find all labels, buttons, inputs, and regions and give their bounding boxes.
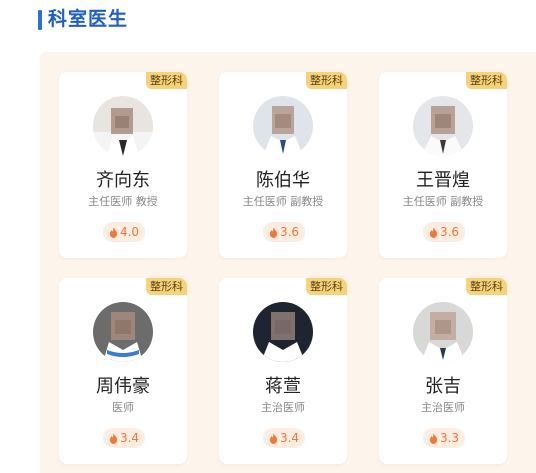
doctor-card[interactable]: 整形科 陈伯华 主任医师 副教授 3.6: [219, 72, 347, 258]
doctor-title: 主治医师: [421, 401, 465, 414]
rating-value: 3.6: [279, 225, 300, 239]
header-accent-bar: [38, 10, 42, 30]
department-tag: 整形科: [466, 72, 507, 89]
doctor-avatar: [253, 302, 313, 362]
rating-value: 3.6: [439, 225, 460, 239]
fire-icon: [109, 226, 118, 238]
doctor-name: 王晋煌: [416, 170, 470, 191]
doctor-avatar: [93, 302, 153, 362]
doctor-list-panel: 整形科 齐向东 主任医师 教授 4.0 整形科 陈伯华 主任医师 副教授 3.6…: [40, 52, 536, 473]
fire-icon: [429, 432, 438, 444]
rating-value: 3.4: [119, 431, 140, 445]
fire-icon: [109, 432, 118, 444]
doctor-title: 主任医师 教授: [88, 195, 158, 208]
rating-value: 3.3: [439, 431, 460, 445]
section-title: 科室医生: [48, 8, 129, 30]
rating-badge: 3.6: [263, 222, 305, 242]
section-header: 科室医生: [0, 0, 536, 44]
department-tag: 整形科: [466, 278, 507, 295]
doctor-card[interactable]: 整形科 齐向东 主任医师 教授 4.0: [59, 72, 187, 258]
doctor-card[interactable]: 整形科 周伟豪 医师 3.4: [59, 278, 187, 464]
doctor-name: 陈伯华: [256, 170, 310, 191]
doctor-avatar: [413, 96, 473, 156]
department-tag: 整形科: [306, 72, 347, 89]
rating-badge: 3.4: [103, 428, 145, 448]
doctor-title: 主任医师 副教授: [242, 195, 324, 208]
doctor-name: 齐向东: [96, 170, 150, 191]
doctor-title: 主治医师: [261, 401, 305, 414]
rating-value: 4.0: [119, 225, 140, 239]
rating-badge: 4.0: [103, 222, 145, 242]
doctor-card[interactable]: 整形科 张吉 主治医师 3.3: [379, 278, 507, 464]
rating-badge: 3.3: [423, 428, 465, 448]
fire-icon: [429, 226, 438, 238]
rating-value: 3.4: [279, 431, 300, 445]
doctor-avatar: [93, 96, 153, 156]
doctor-name: 周伟豪: [96, 376, 150, 397]
rating-badge: 3.4: [263, 428, 305, 448]
doctor-name: 张吉: [425, 376, 461, 397]
doctor-card[interactable]: 整形科 蒋萱 主治医师 3.4: [219, 278, 347, 464]
doctor-title: 医师: [112, 401, 134, 414]
department-tag: 整形科: [146, 278, 187, 295]
doctor-title: 主任医师 副教授: [402, 195, 484, 208]
fire-icon: [269, 432, 278, 444]
doctor-avatar: [253, 96, 313, 156]
fire-icon: [269, 226, 278, 238]
department-tag: 整形科: [306, 278, 347, 295]
doctor-card[interactable]: 整形科 王晋煌 主任医师 副教授 3.6: [379, 72, 507, 258]
doctor-avatar: [413, 302, 473, 362]
rating-badge: 3.6: [423, 222, 465, 242]
doctor-name: 蒋萱: [265, 376, 301, 397]
department-tag: 整形科: [146, 72, 187, 89]
